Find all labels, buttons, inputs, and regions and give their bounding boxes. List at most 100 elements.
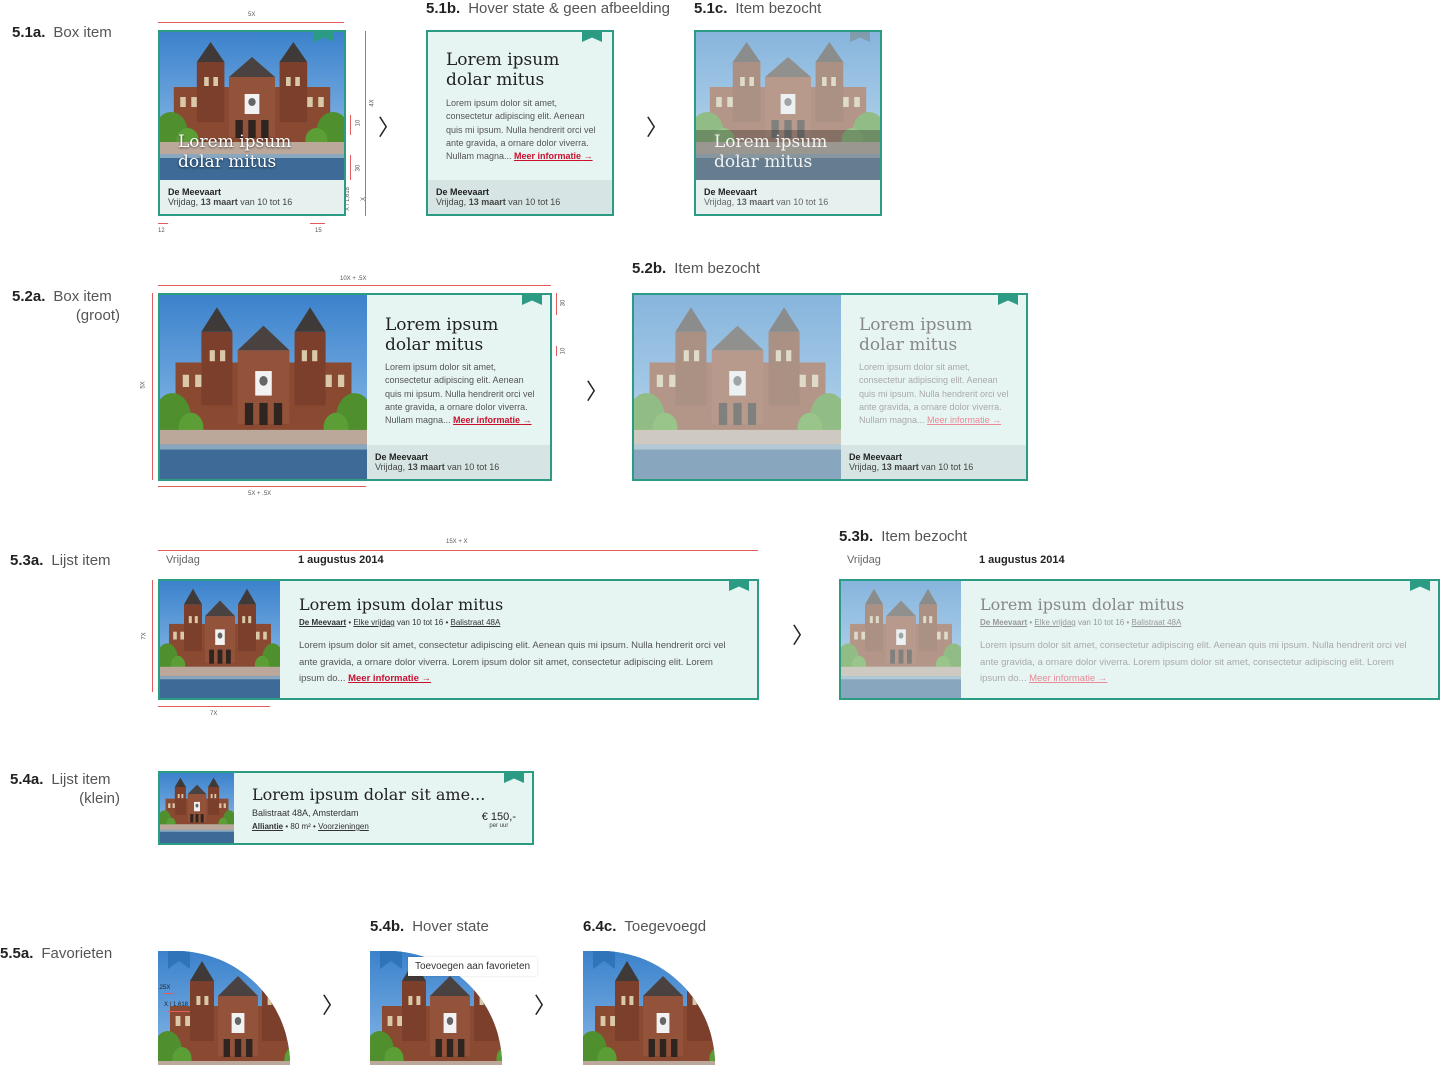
list-date-label: 1 augustus 2014 — [979, 554, 1065, 566]
bookmark-icon[interactable] — [522, 295, 542, 305]
box-item-large-card[interactable]: Lorem ipsum dolar mitus Lorem ipsum dolo… — [158, 293, 552, 481]
box-item-large-visited-card[interactable]: Lorem ipsum dolar mitus Lorem ipsum dolo… — [632, 293, 1028, 481]
more-info-link[interactable]: Meer informatie → — [348, 673, 431, 684]
date-bold: 13 maart — [881, 462, 919, 472]
recurrence-text: van 10 tot 16 — [1077, 618, 1125, 627]
dimension-label: 30 — [355, 164, 362, 172]
list-date-label: 1 augustus 2014 — [298, 554, 384, 566]
section-5-4a-heading: 5.4a. Lijst item — [10, 771, 111, 788]
location-text: De Meevaart — [168, 187, 222, 197]
section-title: Toegevoegd — [624, 918, 707, 935]
arrow-icon: → — [992, 415, 1002, 426]
box-item-card[interactable]: Lorem ipsum dolar mitus De Meevaart Vrij… — [158, 30, 346, 216]
card-title: Lorem ipsum dolar mitus — [178, 132, 291, 172]
location-link[interactable]: De Meevaart — [299, 618, 346, 627]
dimension-line — [556, 346, 557, 356]
section-number: 5.1b. — [426, 0, 461, 17]
dimension-label: 5X + .5X — [248, 491, 272, 497]
dimension-label: 4X — [369, 99, 376, 107]
card-footer: De Meevaart Vrijdag, 13 maart van 10 tot… — [160, 180, 344, 214]
date-bold: 13 maart — [200, 197, 238, 207]
arrow-right-icon: 〉 — [792, 624, 815, 649]
location-link[interactable]: De Meevaart — [980, 618, 1027, 627]
list-item-card[interactable]: Lorem ipsum dolar mitus De Meevaart • El… — [158, 579, 759, 700]
dimension-label: 30 — [560, 299, 567, 307]
arrow-icon: → — [421, 673, 432, 684]
date-prefix: Vrijdag, — [436, 197, 467, 207]
card-body: Lorem ipsum dolor sit amet, consectetur … — [859, 361, 1014, 427]
section-number: 5.4b. — [370, 918, 405, 935]
more-info-link[interactable]: Meer informatie → — [1029, 673, 1107, 684]
dimension-line — [158, 22, 344, 23]
card-title-line: Lorem ipsum — [385, 315, 499, 335]
arrow-right-icon: 〉 — [646, 116, 669, 141]
date-prefix: Vrijdag, — [375, 462, 406, 472]
bookmark-icon[interactable] — [582, 32, 602, 42]
card-body: Lorem ipsum dolor sit amet, consectetur … — [385, 361, 537, 427]
bookmark-icon[interactable] — [504, 773, 524, 783]
section-number: 5.5a. — [0, 945, 34, 962]
section-5-5a-heading: 5.5a. Favorieten — [0, 945, 112, 962]
card-footer: De Meevaart Vrijdag, 13 maart van 10 tot… — [696, 180, 880, 214]
address-link[interactable]: Balistraat 48A — [1132, 618, 1182, 627]
date-text: Vrijdag, 13 maart van 10 tot 16 — [375, 462, 542, 472]
dimension-line — [350, 115, 351, 135]
list-body: Lorem ipsum dolor sit amet, consectetur … — [299, 638, 739, 688]
favorite-thumb[interactable]: .25X X / 1,618 — [158, 951, 290, 1065]
section-5-1c-heading: 5.1c. Item bezocht — [694, 0, 821, 17]
box-item-visited-card[interactable]: Lorem ipsum dolar mitus De Meevaart Vrij… — [694, 30, 882, 216]
dimension-line — [158, 223, 168, 224]
facilities-link[interactable]: Voorzieningen — [318, 822, 369, 831]
favorite-thumb-added[interactable] — [583, 951, 715, 1065]
more-info-link[interactable]: Meer informatie → — [514, 151, 593, 161]
more-info-label: Meer informatie — [514, 151, 582, 162]
arrow-icon: → — [522, 415, 532, 426]
section-title: Item bezocht — [735, 0, 822, 17]
bookmark-icon[interactable] — [1410, 581, 1430, 591]
section-number: 5.4a. — [10, 771, 44, 788]
section-title: Box item — [53, 288, 112, 305]
box-item-hover-card[interactable]: Lorem ipsum dolar mitus Lorem ipsum dolo… — [426, 30, 614, 216]
bookmark-icon[interactable] — [729, 581, 749, 591]
recurrence-link[interactable]: Elke vrijdag — [1034, 618, 1075, 627]
more-info-label: Meer informatie — [1029, 673, 1096, 684]
date-bold: 13 maart — [468, 197, 506, 207]
arrow-right-icon: 〉 — [378, 116, 401, 141]
list-day-label: Vrijdag — [166, 554, 200, 566]
event-photo — [158, 951, 290, 1065]
event-photo — [160, 773, 234, 843]
date-bold: 13 maart — [736, 197, 774, 207]
list-body: Lorem ipsum dolor sit amet, consectetur … — [980, 638, 1420, 688]
more-info-label: Meer informatie — [927, 415, 990, 426]
more-info-link[interactable]: Meer informatie → — [927, 415, 1001, 425]
arrow-icon: → — [1097, 673, 1108, 684]
dimension-line — [163, 993, 173, 994]
location-text: De Meevaart — [375, 452, 429, 462]
section-number: 5.3b. — [839, 528, 874, 545]
section-5-1b-heading: 5.1b. Hover state & geen afbeelding — [426, 0, 670, 17]
date-suffix: van 10 tot 16 — [921, 462, 974, 472]
section-number: 5.1c. — [694, 0, 728, 17]
dimension-label: 7X — [141, 632, 148, 640]
list-item-visited-card[interactable]: Lorem ipsum dolar mitus De Meevaart • El… — [839, 579, 1440, 700]
date-suffix: van 10 tot 16 — [508, 197, 561, 207]
card-footer: De Meevaart Vrijdag, 13 maart van 10 tot… — [367, 445, 550, 479]
dimension-line — [310, 223, 325, 224]
list-item-small-card[interactable]: Lorem ipsum dolar sit ame... Balistraat … — [158, 771, 534, 845]
more-info-link[interactable]: Meer informatie → — [453, 415, 532, 425]
event-photo — [160, 295, 367, 479]
list-title: Lorem ipsum dolar mitus — [980, 595, 1185, 614]
card-title: Lorem ipsum dolar mitus — [859, 315, 972, 355]
section-title: Lijst item — [51, 771, 111, 788]
section-5-4b-heading: 5.4b. Hover state — [370, 918, 489, 935]
date-text: Vrijdag, 13 maart van 10 tot 16 — [168, 197, 336, 207]
address-link[interactable]: Balistraat 48A — [451, 618, 501, 627]
recurrence-link[interactable]: Elke vrijdag — [353, 618, 394, 627]
section-title-line2: (groot) — [75, 307, 120, 324]
bookmark-icon[interactable] — [998, 295, 1018, 305]
dimension-line — [152, 293, 153, 480]
section-5-3a-heading: 5.3a. Lijst item — [10, 552, 111, 569]
org-link[interactable]: Alliantie — [252, 822, 283, 831]
card-title-line: dolar mitus — [178, 152, 277, 172]
dimension-line — [158, 486, 366, 487]
